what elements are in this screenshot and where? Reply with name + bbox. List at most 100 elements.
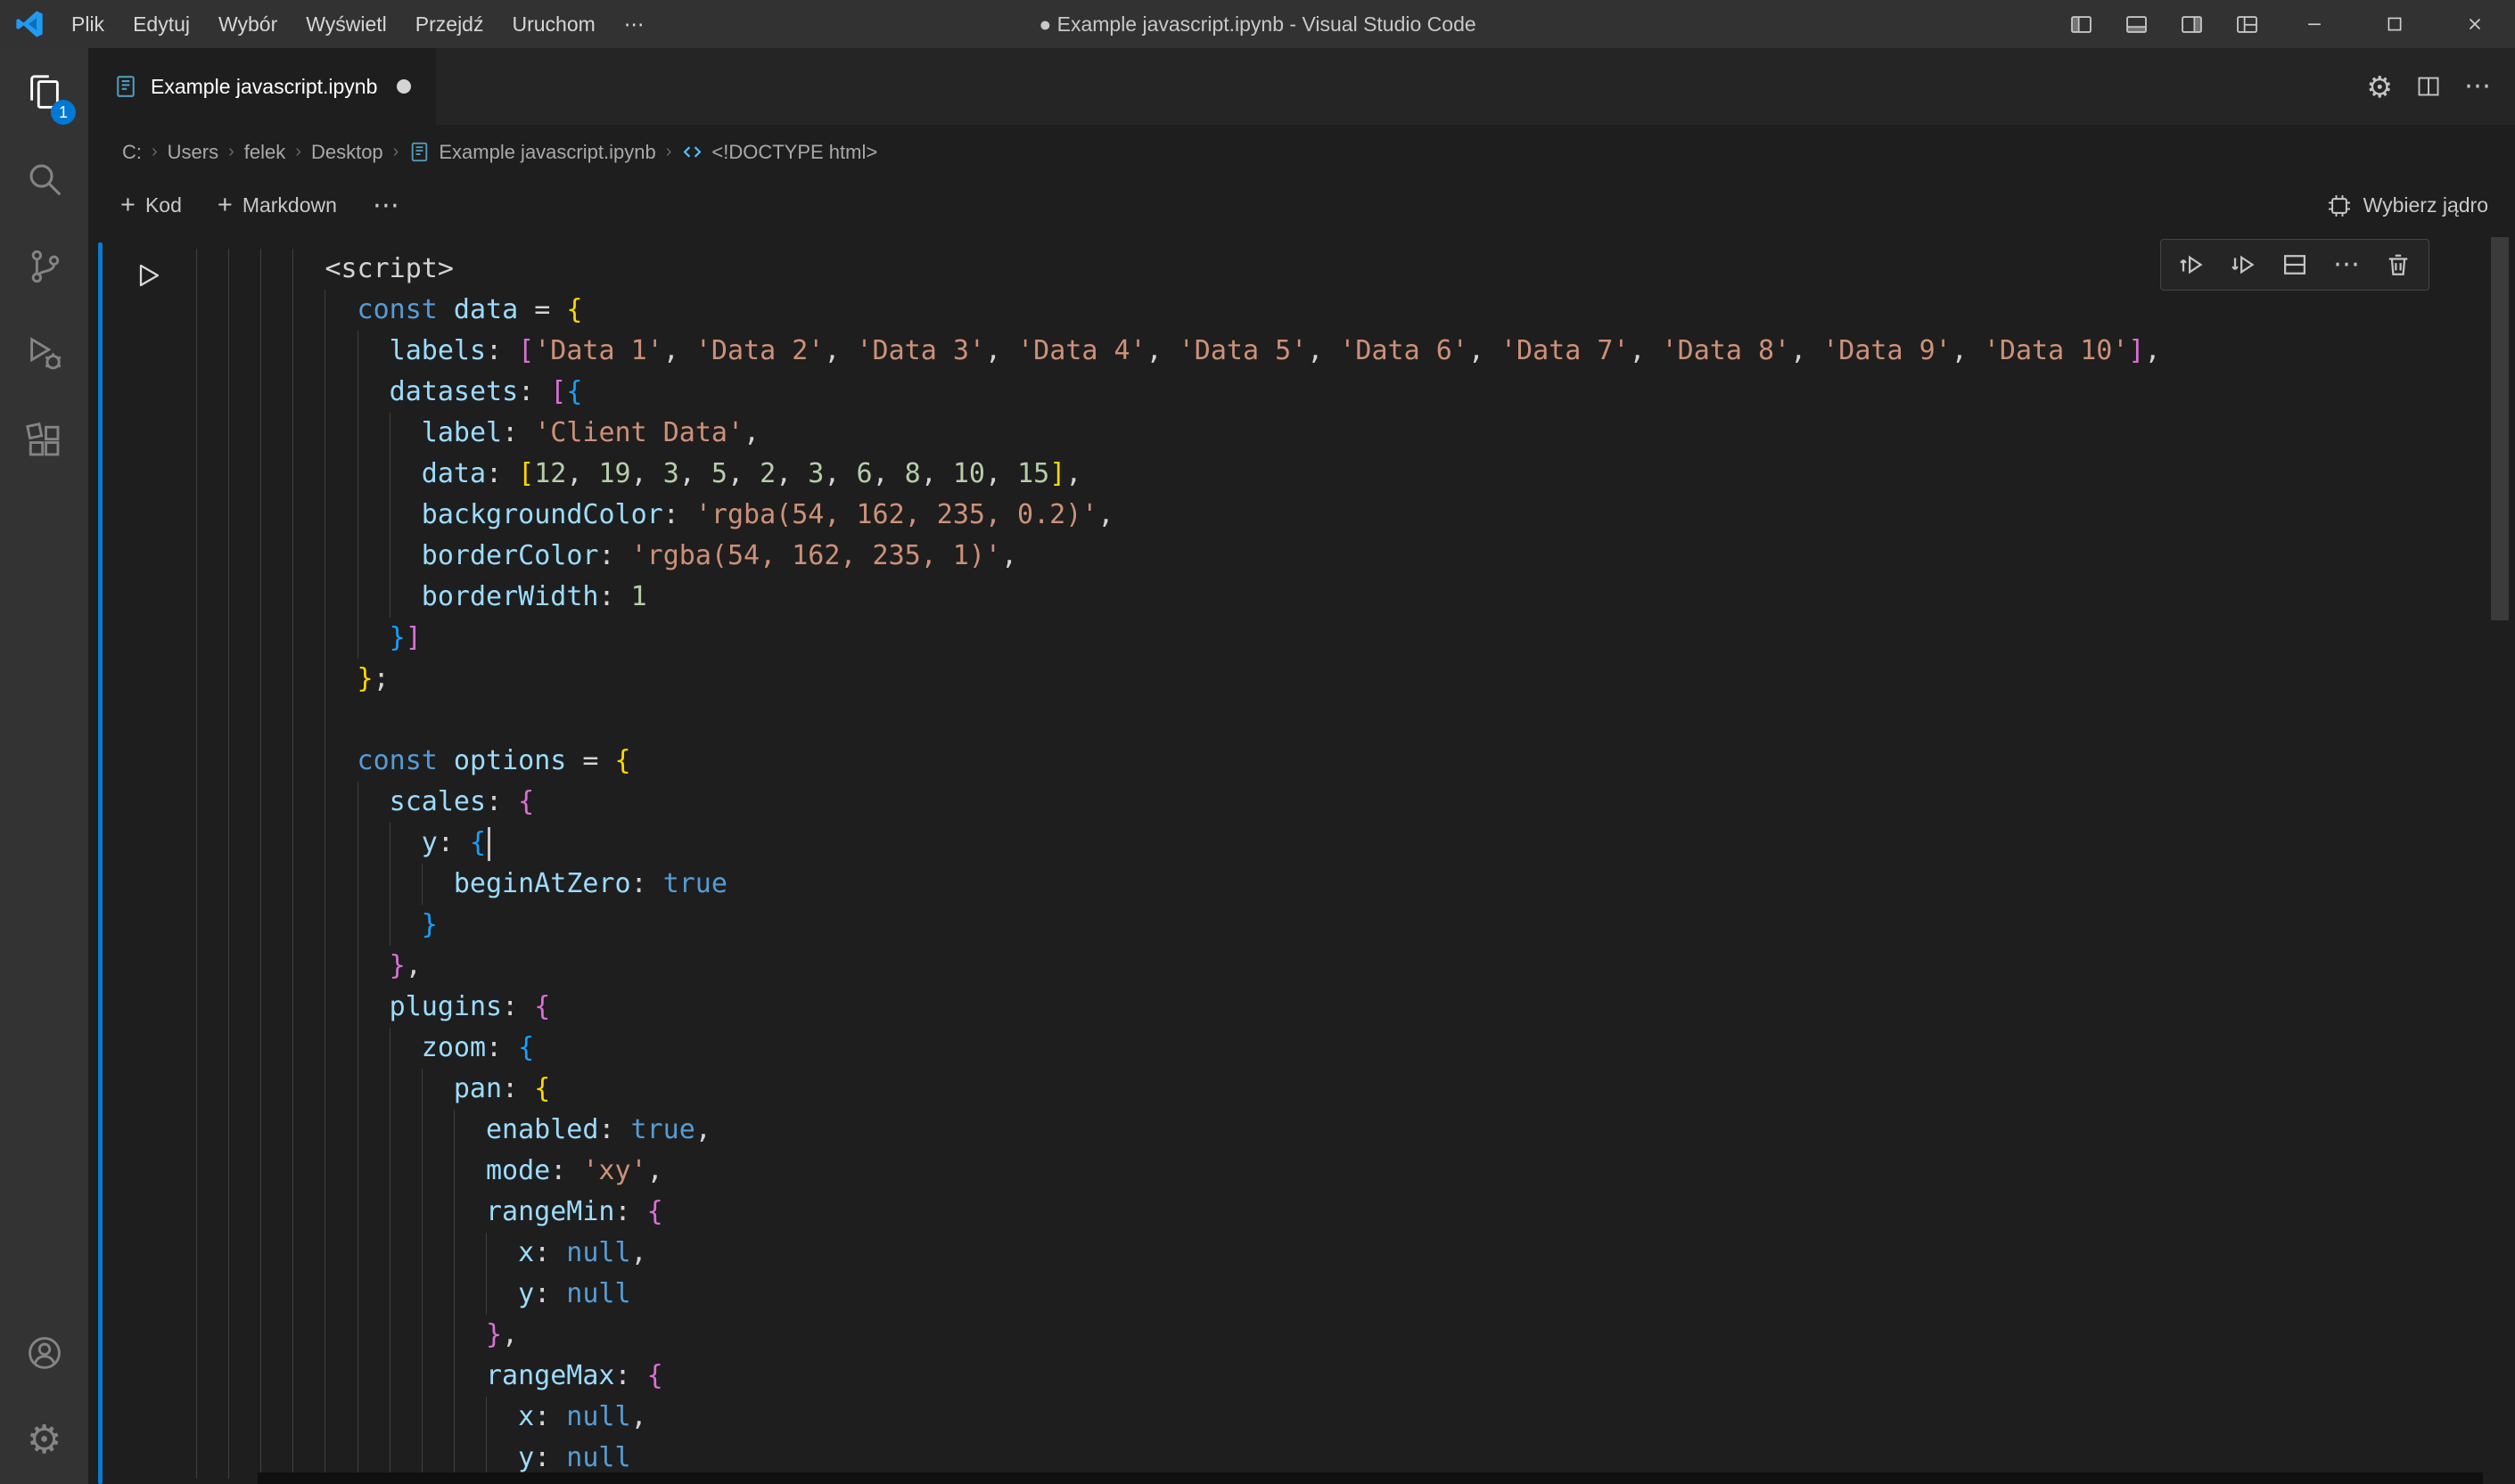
- code-line[interactable]: const options = {: [196, 741, 2483, 782]
- activitybar-item-account[interactable]: [0, 1309, 88, 1397]
- close-window-button[interactable]: [2435, 0, 2515, 48]
- indent-guide: [260, 946, 292, 987]
- indent-guide: [454, 1274, 486, 1315]
- breadcrumb-item-doctype[interactable]: <!DOCTYPE html>: [681, 141, 877, 164]
- split-editor-button[interactable]: [2416, 74, 2441, 99]
- minimize-button[interactable]: [2274, 0, 2355, 48]
- code-line[interactable]: labels: ['Data 1', 'Data 2', 'Data 3', '…: [196, 331, 2483, 372]
- indent-guide: [228, 1069, 260, 1110]
- indent-guide: [260, 413, 292, 454]
- toggle-secondary-sidebar-button[interactable]: [2164, 0, 2219, 48]
- kernel-picker-button[interactable]: Wybierz jądro: [2327, 193, 2488, 218]
- code-token: ,: [679, 458, 711, 489]
- notebook-settings-button[interactable]: ⚙: [2366, 72, 2393, 102]
- menu-item-uruchom[interactable]: Uruchom: [497, 0, 609, 48]
- add-markdown-cell-button[interactable]: + Markdown: [218, 193, 337, 218]
- code-line[interactable]: data: [12, 19, 3, 5, 2, 3, 6, 8, 10, 15]…: [196, 454, 2483, 495]
- activitybar-item-search[interactable]: [0, 135, 88, 223]
- code-token: ,: [1097, 499, 1114, 530]
- code-line[interactable]: const data = {: [196, 290, 2483, 331]
- menu-item-overflow[interactable]: ⋯: [610, 0, 659, 48]
- code-line[interactable]: label: 'Client Data',: [196, 413, 2483, 454]
- code-line[interactable]: <script>: [196, 249, 2483, 290]
- activitybar-item-run-debug[interactable]: [0, 310, 88, 398]
- breadcrumb-item-users[interactable]: Users: [168, 141, 218, 164]
- indent-guide: [292, 1069, 325, 1110]
- code-line[interactable]: backgroundColor: 'rgba(54, 162, 235, 0.2…: [196, 495, 2483, 536]
- code-line[interactable]: rangeMin: {: [196, 1192, 2483, 1233]
- code-line[interactable]: pan: {: [196, 1069, 2483, 1110]
- code-line[interactable]: y: null: [196, 1274, 2483, 1315]
- activitybar-item-source-control[interactable]: [0, 223, 88, 310]
- code-line[interactable]: scales: {: [196, 782, 2483, 823]
- modified-dot[interactable]: [397, 79, 411, 94]
- indent-guide: [260, 1192, 292, 1233]
- code-line[interactable]: enabled: true,: [196, 1110, 2483, 1151]
- breadcrumb-item-file[interactable]: Example javascript.ipynb: [408, 141, 655, 164]
- split-cell-button[interactable]: [2272, 244, 2318, 285]
- toggle-panel-button[interactable]: [2108, 0, 2164, 48]
- code-token: ,: [873, 458, 905, 489]
- add-code-cell-button[interactable]: + Kod: [120, 193, 182, 218]
- code-line[interactable]: };: [196, 659, 2483, 700]
- code-token: zoom: [422, 1032, 486, 1063]
- menu-item-wybor[interactable]: Wybór: [204, 0, 292, 48]
- notebook-toolbar-more-button[interactable]: ⋯: [373, 193, 400, 219]
- code-token: plugins: [390, 991, 502, 1022]
- code-token: ,: [663, 335, 695, 366]
- code-line[interactable]: },: [196, 946, 2483, 987]
- code-token: {: [615, 745, 631, 776]
- menu-item-plik[interactable]: Plik: [57, 0, 119, 48]
- scrollbar-thumb[interactable]: [2491, 237, 2509, 620]
- menu-item-wyswietl[interactable]: Wyświetl: [292, 0, 401, 48]
- play-icon: [133, 260, 163, 291]
- execute-above-button[interactable]: [2168, 244, 2215, 285]
- code-line[interactable]: }]: [196, 618, 2483, 659]
- indent-guide: [196, 1069, 228, 1110]
- breadcrumb-item-felek[interactable]: felek: [244, 141, 285, 164]
- code-token: {: [470, 827, 486, 858]
- maximize-button[interactable]: [2355, 0, 2435, 48]
- code-line[interactable]: x: null,: [196, 1233, 2483, 1274]
- run-above-icon: [2178, 251, 2205, 278]
- delete-cell-button[interactable]: [2375, 244, 2421, 285]
- indent-guide: [292, 413, 325, 454]
- indent-guide: [292, 659, 325, 700]
- code-token: ,: [1629, 335, 1661, 366]
- breadcrumb-item-desktop[interactable]: Desktop: [311, 141, 383, 164]
- code-line[interactable]: x: null,: [196, 1397, 2483, 1438]
- menu-item-przejdz[interactable]: Przejdź: [401, 0, 498, 48]
- code-token: :: [518, 376, 550, 407]
- cell-more-actions-button[interactable]: ⋯: [2323, 244, 2370, 285]
- code-token: ,: [1001, 540, 1017, 571]
- code-line[interactable]: beginAtZero: true: [196, 864, 2483, 905]
- activitybar-item-settings[interactable]: ⚙: [0, 1397, 88, 1484]
- code-token: datasets: [390, 376, 519, 407]
- code-line[interactable]: zoom: {: [196, 1028, 2483, 1069]
- titlebar-controls: [2053, 0, 2515, 48]
- code-line[interactable]: }: [196, 905, 2483, 946]
- toggle-primary-sidebar-button[interactable]: [2053, 0, 2108, 48]
- code-line[interactable]: },: [196, 1315, 2483, 1356]
- breadcrumb-item-drive[interactable]: C:: [122, 141, 142, 164]
- code-line[interactable]: [196, 700, 2483, 741]
- code-line[interactable]: datasets: [{: [196, 372, 2483, 413]
- execute-below-button[interactable]: [2220, 244, 2266, 285]
- customize-layout-button[interactable]: [2219, 0, 2274, 48]
- activitybar-item-extensions[interactable]: [0, 398, 88, 485]
- code-line[interactable]: borderWidth: 1: [196, 577, 2483, 618]
- menu-item-edytuj[interactable]: Edytuj: [119, 0, 204, 48]
- activitybar-item-explorer[interactable]: 1: [0, 48, 88, 135]
- code-line[interactable]: rangeMax: {: [196, 1356, 2483, 1397]
- code-line[interactable]: plugins: {: [196, 987, 2483, 1028]
- code-token: ,: [824, 458, 856, 489]
- code-line[interactable]: mode: 'xy',: [196, 1151, 2483, 1192]
- code-line[interactable]: y: {: [196, 823, 2483, 864]
- activity-bar: 1 ⚙: [0, 48, 88, 1484]
- cell-editor[interactable]: <script>const data = {labels: ['Data 1',…: [193, 242, 2483, 1484]
- run-cell-button[interactable]: [127, 255, 168, 296]
- tab-example-javascript-ipynb[interactable]: Example javascript.ipynb: [88, 48, 436, 125]
- editor-more-actions-button[interactable]: ⋯: [2464, 73, 2492, 100]
- code-line[interactable]: borderColor: 'rgba(54, 162, 235, 1)',: [196, 536, 2483, 577]
- code-token: ]: [1049, 458, 1065, 489]
